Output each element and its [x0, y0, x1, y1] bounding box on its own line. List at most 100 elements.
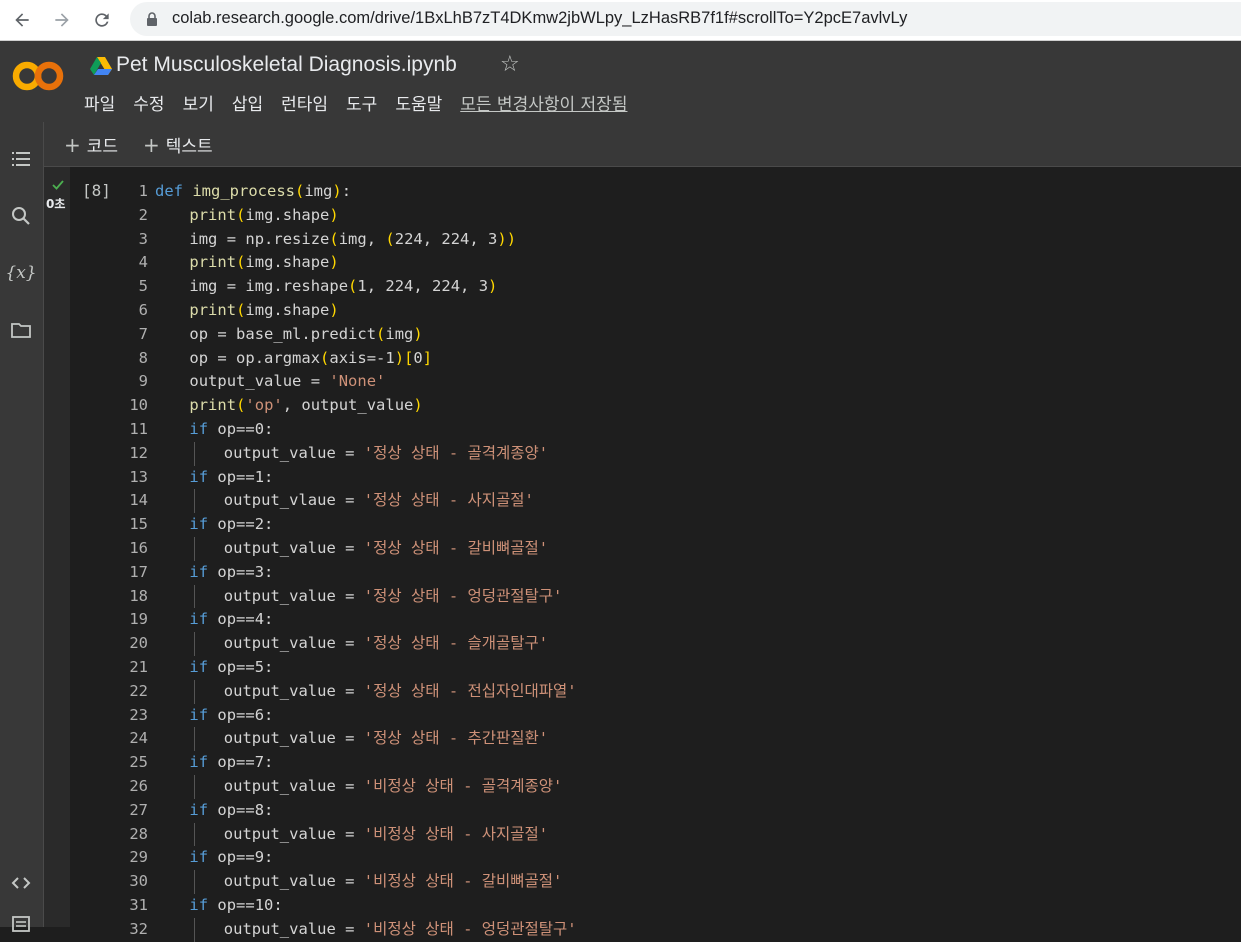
- terminal-icon[interactable]: [9, 912, 33, 936]
- code-text: if op==3:: [189, 562, 274, 581]
- add-text-label: 텍스트: [165, 137, 213, 157]
- menu-runtime[interactable]: 런타임: [281, 90, 328, 115]
- code-text: print('op', output_value): [189, 396, 423, 415]
- url-text[interactable]: colab.research.google.com/drive/1BxLhB7z…: [172, 9, 907, 28]
- code-line[interactable]: 21 if op==5:: [120, 656, 1240, 680]
- line-number: 31: [129, 895, 148, 914]
- add-code-button[interactable]: + 코드: [64, 132, 118, 157]
- code-line[interactable]: 3 img = np.resize(img, (224, 224, 3)): [120, 228, 1240, 252]
- code-line[interactable]: 32 output_value = '비정상 상태 - 엉덩관절탈구': [120, 917, 1240, 942]
- code-text: if op==6:: [189, 705, 274, 724]
- line-number: 26: [129, 776, 148, 795]
- line-number: 27: [129, 800, 148, 819]
- code-line[interactable]: 12 output_value = '정상 상태 - 골격계종양': [120, 441, 1240, 466]
- code-text: if op==5:: [189, 657, 274, 676]
- indent-guide: [194, 870, 195, 894]
- code-text: output_value = '정상 상태 - 전십자인대파열': [223, 681, 577, 700]
- code-text: output_value = '정상 상태 - 갈비뼈골절': [223, 538, 549, 557]
- code-line[interactable]: 1 def img_process(img):: [120, 180, 1240, 204]
- code-line[interactable]: 24 output_value = '정상 상태 - 추간판질환': [120, 727, 1240, 752]
- line-number: 5: [138, 277, 148, 296]
- cell-gutter: [44, 167, 70, 927]
- menu-tools[interactable]: 도구: [346, 90, 377, 115]
- indent-guide: [194, 584, 195, 609]
- menu-help[interactable]: 도움말: [395, 90, 442, 115]
- code-text: img = img.reshape(1, 224, 224, 3): [189, 277, 498, 296]
- code-line[interactable]: 7 op = base_ml.predict(img): [120, 323, 1240, 347]
- line-number: 28: [129, 824, 148, 843]
- code-line[interactable]: 31 if op==10:: [120, 894, 1240, 918]
- browser-toolbar: colab.research.google.com/drive/1BxLhB7z…: [0, 0, 1241, 41]
- colab-logo[interactable]: [12, 56, 68, 96]
- menu-view[interactable]: 보기: [183, 90, 214, 115]
- line-number: 32: [129, 919, 148, 938]
- reload-icon[interactable]: [86, 4, 118, 36]
- variables-icon[interactable]: {𝑥}: [5, 261, 36, 285]
- code-snippets-icon[interactable]: [9, 871, 33, 895]
- code-line[interactable]: 29 if op==9:: [120, 846, 1240, 870]
- code-line[interactable]: 11 if op==0:: [120, 418, 1240, 442]
- star-icon[interactable]: ☆: [500, 52, 520, 77]
- line-number: 23: [129, 705, 148, 724]
- code-line[interactable]: 15 if op==2:: [120, 513, 1240, 537]
- code-line[interactable]: 14 output_vlaue = '정상 상태 - 사지골절': [120, 489, 1240, 514]
- code-text: output_value = '정상 상태 - 슬개골탈구': [223, 634, 549, 653]
- indent-guide: [194, 727, 195, 752]
- code-line[interactable]: 28 output_value = '비정상 상태 - 사지골절': [120, 822, 1240, 847]
- code-text: if op==7:: [189, 753, 274, 772]
- search-icon[interactable]: [9, 204, 33, 228]
- code-line[interactable]: 5 img = img.reshape(1, 224, 224, 3): [120, 275, 1240, 299]
- indent-guide: [194, 536, 195, 561]
- code-line[interactable]: 10 print('op', output_value): [120, 394, 1240, 418]
- code-text: if op==2:: [189, 515, 274, 534]
- code-line[interactable]: 19 if op==4:: [120, 608, 1240, 632]
- code-line[interactable]: 17 if op==3:: [120, 561, 1240, 585]
- code-line[interactable]: 22 output_value = '정상 상태 - 전십자인대파열': [120, 679, 1240, 704]
- menu-bar: 파일 수정 보기 삽입 런타임 도구 도움말 모든 변경사항이 저장됨: [84, 90, 645, 115]
- code-text: output_value = 'None': [189, 372, 386, 391]
- line-number: 8: [138, 348, 148, 367]
- code-line[interactable]: 9 output_value = 'None': [120, 370, 1240, 394]
- line-number: 7: [138, 324, 148, 343]
- back-arrow-icon[interactable]: [6, 4, 38, 36]
- code-line[interactable]: 4 print(img.shape): [120, 251, 1240, 275]
- notebook-title[interactable]: Pet Musculoskeletal Diagnosis.ipynb: [116, 53, 457, 77]
- line-number: 1: [138, 182, 148, 200]
- notebook-toolbar: + 코드 + 텍스트: [44, 122, 1241, 167]
- code-editor[interactable]: 1 def img_process(img): 2 print(img.shape) 3…: [120, 180, 1240, 942]
- code-line[interactable]: 26 output_value = '비정상 상태 - 골격계종양': [120, 774, 1240, 799]
- forward-arrow-icon[interactable]: [46, 4, 78, 36]
- drive-icon[interactable]: [90, 56, 112, 76]
- folder-icon[interactable]: [9, 318, 33, 342]
- code-line[interactable]: 27 if op==8:: [120, 799, 1240, 823]
- code-line[interactable]: 23 if op==6:: [120, 704, 1240, 728]
- code-text: print(img.shape): [189, 253, 339, 272]
- menu-insert[interactable]: 삽입: [232, 90, 263, 115]
- code-line[interactable]: 8 op = op.argmax(axis=-1)[0]: [120, 347, 1240, 371]
- address-bar[interactable]: colab.research.google.com/drive/1BxLhB7z…: [130, 2, 1241, 36]
- code-line[interactable]: 30 output_value = '비정상 상태 - 갈비뼈골절': [120, 870, 1240, 894]
- code-text: img = np.resize(img, (224, 224, 3)): [189, 229, 517, 248]
- line-number: 30: [129, 872, 148, 891]
- line-number: 17: [129, 562, 148, 581]
- menu-edit[interactable]: 수정: [133, 90, 164, 115]
- code-text: if op==8:: [189, 800, 274, 819]
- code-line[interactable]: 2 print(img.shape): [120, 204, 1240, 228]
- add-text-button[interactable]: + 텍스트: [143, 132, 213, 157]
- code-line[interactable]: 16 output_value = '정상 상태 - 갈비뼈골절': [120, 536, 1240, 561]
- code-line[interactable]: 6 print(img.shape): [120, 299, 1240, 323]
- toc-icon[interactable]: [9, 147, 33, 171]
- code-line[interactable]: 18 output_value = '정상 상태 - 엉덩관절탈구': [120, 584, 1240, 609]
- code-text: output_value = '정상 상태 - 골격계종양': [223, 443, 549, 462]
- code-text: if op==4:: [189, 610, 274, 629]
- code-line[interactable]: 13 if op==1:: [120, 466, 1240, 490]
- colab-header: Pet Musculoskeletal Diagnosis.ipynb ☆ 파일…: [0, 41, 1241, 123]
- menu-file[interactable]: 파일: [84, 90, 115, 115]
- code-line[interactable]: 20 output_value = '정상 상태 - 슬개골탈구': [120, 632, 1240, 656]
- line-number: 11: [129, 419, 148, 438]
- code-text: output_vlaue = '정상 상태 - 사지골절': [223, 491, 534, 510]
- save-status[interactable]: 모든 변경사항이 저장됨: [460, 90, 627, 115]
- indent-guide: [194, 441, 195, 466]
- line-number: 21: [129, 657, 148, 676]
- code-line[interactable]: 25 if op==7:: [120, 751, 1240, 775]
